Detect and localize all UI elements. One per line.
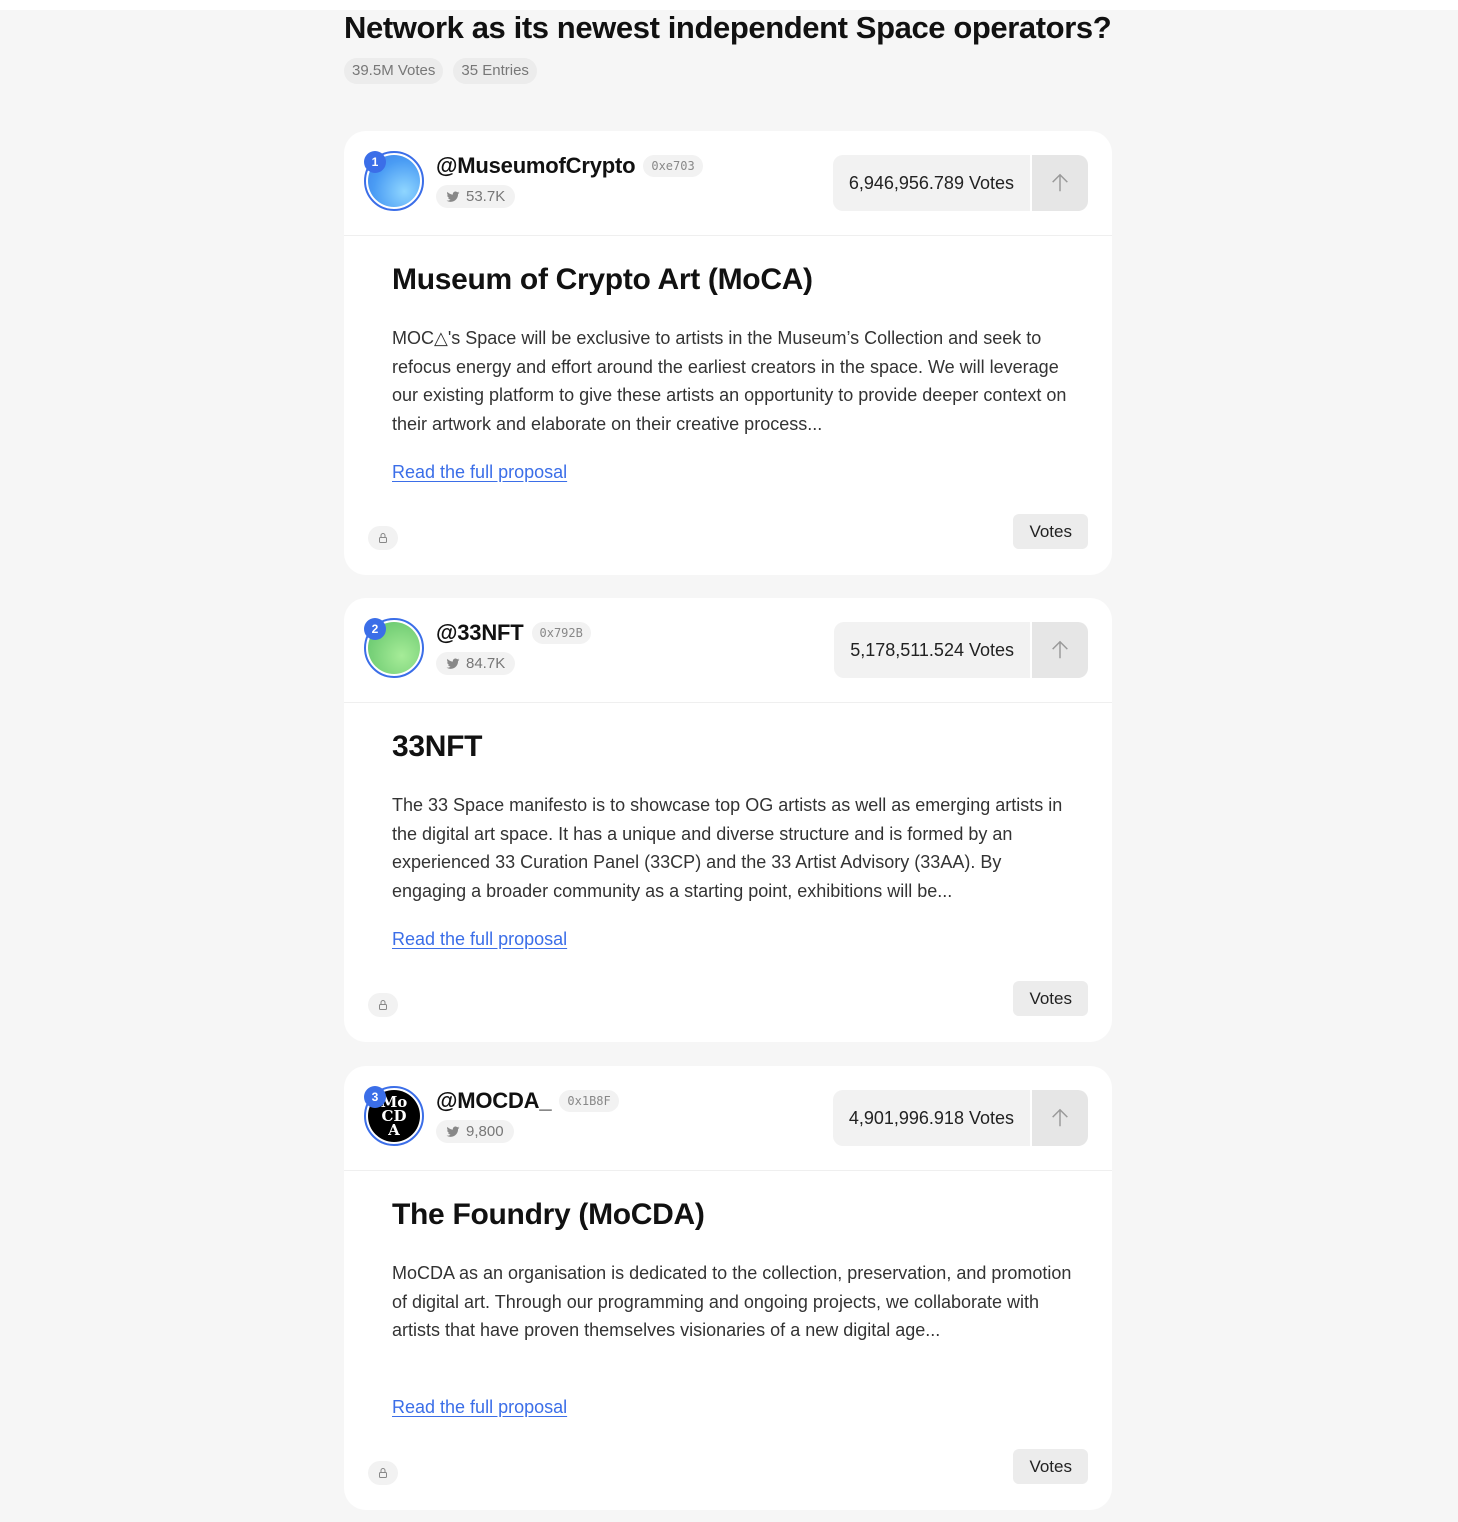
arrow-up-icon — [1052, 640, 1068, 659]
lock-icon[interactable] — [368, 1461, 398, 1485]
followers-count: 53.7K — [466, 188, 506, 205]
vote-widget: 5,178,511.524 Votes — [834, 622, 1088, 678]
votes-count: 6,946,956.789 Votes — [832, 155, 1030, 211]
twitter-followers[interactable]: 9,800 — [436, 1120, 514, 1143]
read-proposal-link[interactable]: Read the full proposal — [392, 1397, 567, 1418]
handle[interactable]: @33NFT — [436, 620, 524, 646]
entry-card: 2 @33NFT 0x792B 84.7K 5,178,511.524 Vote… — [344, 598, 1112, 1042]
top-bar — [0, 0, 1458, 10]
read-proposal-link[interactable]: Read the full proposal — [392, 929, 567, 950]
arrow-up-icon — [1052, 1108, 1068, 1127]
rank-badge: 2 — [364, 618, 386, 640]
handle-row: @33NFT 0x792B — [436, 620, 591, 646]
handle[interactable]: @MuseumofCrypto — [436, 153, 636, 179]
entry-header: 1 @MuseumofCrypto 0xe703 53.7K 6,946,956… — [344, 131, 1112, 236]
votes-button[interactable]: Votes — [1013, 1449, 1088, 1484]
vote-widget: 4,901,996.918 Votes — [832, 1090, 1088, 1146]
rank-badge: 3 — [364, 1086, 386, 1108]
entry-header: MoCDA 3 @MOCDA_ 0x1B8F 9,800 4,901,996.9… — [344, 1066, 1112, 1171]
entry-card: MoCDA 3 @MOCDA_ 0x1B8F 9,800 4,901,996.9… — [344, 1066, 1112, 1510]
upvote-button[interactable] — [1032, 155, 1088, 211]
handle-row: @MOCDA_ 0x1B8F — [436, 1088, 619, 1114]
read-proposal-link[interactable]: Read the full proposal — [392, 462, 567, 483]
votes-count: 5,178,511.524 Votes — [834, 622, 1030, 678]
twitter-icon — [446, 190, 460, 202]
wallet-address[interactable]: 0xe703 — [643, 155, 703, 177]
entry-title: Museum of Crypto Art (MoCA) — [392, 263, 813, 296]
followers-count: 9,800 — [466, 1123, 504, 1140]
twitter-followers[interactable]: 84.7K — [436, 652, 516, 675]
votes-count: 4,901,996.918 Votes — [832, 1090, 1030, 1146]
entry-card: 1 @MuseumofCrypto 0xe703 53.7K 6,946,956… — [344, 131, 1112, 575]
vote-widget: 6,946,956.789 Votes — [832, 155, 1088, 211]
twitter-icon — [446, 1125, 460, 1137]
entry-title: The Foundry (MoCDA) — [392, 1198, 705, 1231]
rank-badge: 1 — [364, 151, 386, 173]
votes-button[interactable]: Votes — [1013, 514, 1088, 549]
twitter-followers[interactable]: 53.7K — [436, 185, 516, 208]
lock-icon[interactable] — [368, 526, 398, 550]
total-votes-chip: 39.5M Votes — [344, 58, 444, 84]
page-title: Network as its newest independent Space … — [344, 10, 1112, 45]
upvote-button[interactable] — [1032, 1090, 1088, 1146]
wallet-address[interactable]: 0x1B8F — [559, 1090, 619, 1112]
lock-icon[interactable] — [368, 993, 398, 1017]
upvote-button[interactable] — [1032, 622, 1088, 678]
entry-header: 2 @33NFT 0x792B 84.7K 5,178,511.524 Vote… — [344, 598, 1112, 703]
votes-button[interactable]: Votes — [1013, 981, 1088, 1016]
handle-row: @MuseumofCrypto 0xe703 — [436, 153, 703, 179]
contest-stats: 39.5M Votes 35 Entries — [344, 58, 537, 84]
entry-description: The 33 Space manifesto is to showcase to… — [392, 795, 1063, 901]
twitter-icon — [446, 657, 460, 669]
entries-count-chip: 35 Entries — [453, 58, 537, 84]
handle[interactable]: @MOCDA_ — [436, 1088, 552, 1114]
entry-description: MOC△'s Space will be exclusive to artist… — [392, 328, 1067, 434]
arrow-up-icon — [1052, 173, 1068, 192]
entry-title: 33NFT — [392, 730, 483, 763]
entry-description: MoCDA as an organisation is dedicated to… — [392, 1263, 1072, 1340]
wallet-address[interactable]: 0x792B — [531, 622, 591, 644]
followers-count: 84.7K — [466, 655, 506, 672]
